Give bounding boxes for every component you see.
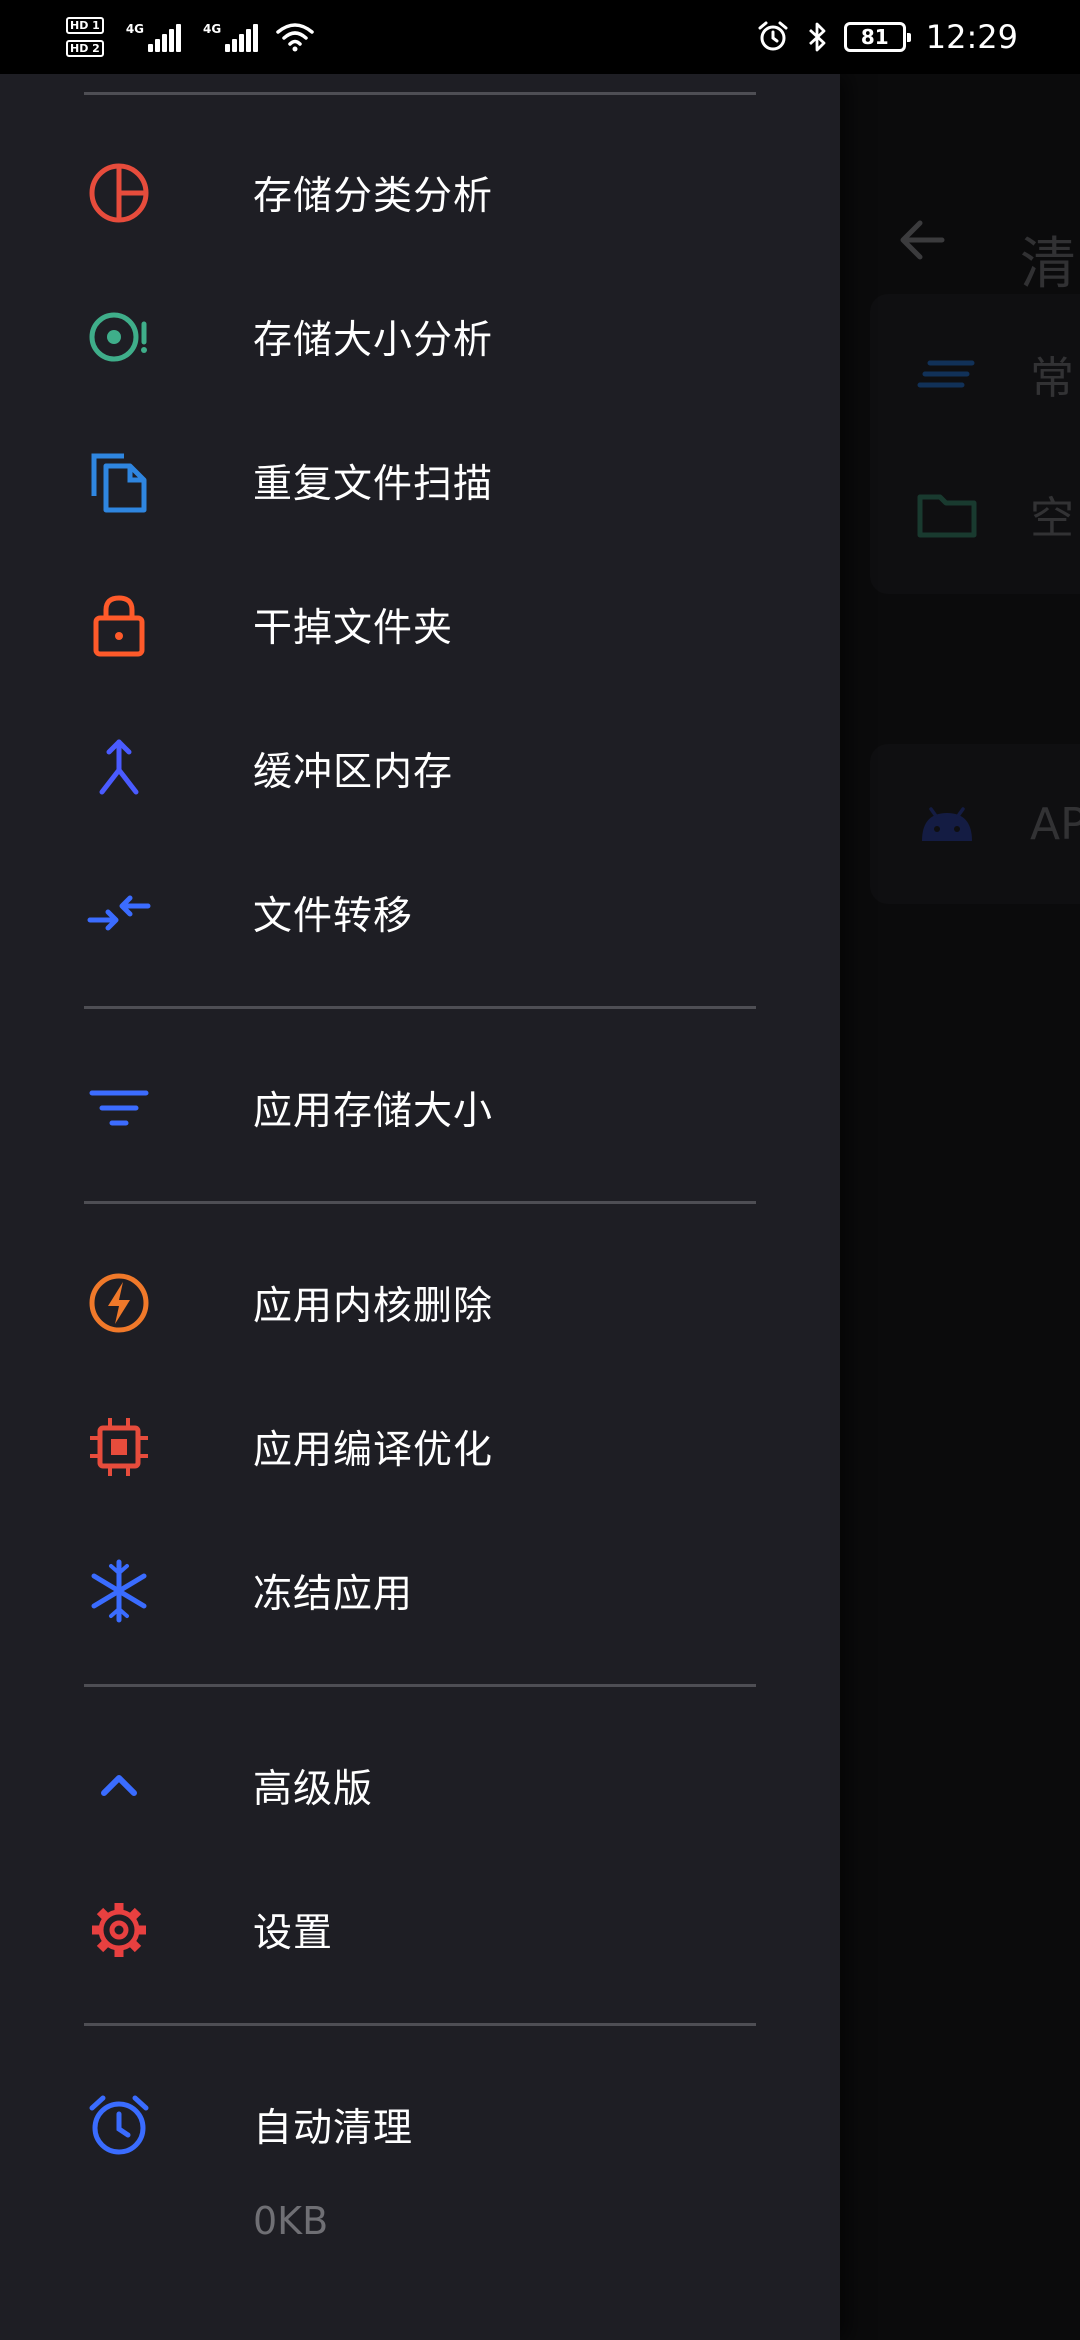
chevron-up-icon [86, 1753, 152, 1819]
copy-files-icon [86, 448, 152, 514]
menu-item-label: 冻结应用 [253, 1572, 414, 1617]
menu-item-label: 存储大小分析 [253, 318, 494, 363]
menu-item-storage-size-analysis[interactable]: 存储大小分析 [0, 265, 840, 409]
menu-item-label: 缓冲区内存 [253, 750, 454, 795]
status-left: HD 1 HD 2 4G 4G [66, 17, 314, 57]
status-bar: HD 1 HD 2 4G 4G 81 12:29 [0, 0, 1080, 74]
menu-item-label: 高级版 [253, 1767, 374, 1812]
menu-item-label: 重复文件扫描 [253, 462, 494, 507]
clock: 12:29 [925, 18, 1018, 56]
auto-clean-size: 0KB [253, 2199, 329, 2243]
menu-item-label: 干掉文件夹 [253, 606, 454, 651]
signal-icon-2: 4G [203, 22, 259, 52]
screen: HD 1 HD 2 4G 4G 81 12:29 清 常 空 AP 存储分类分析… [0, 0, 1080, 2340]
menu-item-premium[interactable]: 高级版 [0, 1714, 840, 1858]
divider [84, 1684, 756, 1687]
menu-item-label: 应用编译优化 [253, 1428, 494, 1473]
menu-item-kill-folder[interactable]: 干掉文件夹 [0, 553, 840, 697]
navigation-drawer: 存储分类分析 存储大小分析 重复文件扫描 干掉文件夹 缓冲区内存 文件转移 应用… [0, 74, 840, 2340]
bolt-circle-icon [86, 1270, 152, 1336]
network-type-2: 4G [203, 22, 222, 36]
menu-item-auto-clean[interactable]: 自动清理 [0, 2053, 840, 2197]
status-right: 81 12:29 [756, 18, 1018, 56]
snowflake-icon [86, 1558, 152, 1624]
menu-item-buffer-memory[interactable]: 缓冲区内存 [0, 697, 840, 841]
menu-item-label: 存储分类分析 [253, 174, 494, 219]
menu-item-duplicate-scan[interactable]: 重复文件扫描 [0, 409, 840, 553]
alarm-clock-icon [86, 2092, 152, 2158]
menu-item-label: 设置 [253, 1911, 334, 1956]
menu-item-file-transfer[interactable]: 文件转移 [0, 841, 840, 985]
sim2-indicator: HD 2 [66, 40, 104, 57]
sim1-indicator: HD 1 [66, 17, 104, 34]
menu-item-settings[interactable]: 设置 [0, 1858, 840, 2002]
battery-level: 81 [860, 25, 889, 49]
sim2-label: HD 2 [66, 40, 104, 57]
menu-item-label: 文件转移 [253, 894, 414, 939]
divider [84, 2023, 756, 2026]
gear-icon [86, 1897, 152, 1963]
network-type-1: 4G [125, 22, 145, 36]
swap-arrows-icon [86, 880, 152, 946]
divider [84, 1201, 756, 1204]
menu-item-label: 应用存储大小 [253, 1089, 494, 1134]
menu-item-app-kernel-delete[interactable]: 应用内核删除 [0, 1231, 840, 1375]
sim1-label: HD 1 [66, 17, 104, 34]
bluetooth-icon [808, 22, 826, 52]
merge-icon [86, 736, 152, 802]
target-alert-icon [86, 304, 152, 370]
pie-chart-icon [86, 160, 152, 226]
battery-icon: 81 [843, 22, 911, 52]
menu-item-storage-category-analysis[interactable]: 存储分类分析 [0, 121, 840, 265]
divider [84, 1006, 756, 1009]
divider [84, 92, 756, 95]
chip-icon [86, 1414, 152, 1480]
alarm-icon [758, 21, 788, 51]
menu-item-label: 自动清理 [253, 2106, 414, 2151]
signal-icon-1: 4G [125, 22, 182, 52]
lock-icon [86, 592, 152, 658]
menu-item-app-compile-optimize[interactable]: 应用编译优化 [0, 1375, 840, 1519]
menu-item-freeze-apps[interactable]: 冻结应用 [0, 1519, 840, 1663]
filter-icon [86, 1075, 152, 1141]
wifi-icon [276, 23, 314, 52]
menu-item-app-storage-size[interactable]: 应用存储大小 [0, 1036, 840, 1180]
sim-indicators: HD 1 HD 2 [66, 17, 104, 57]
menu-item-label: 应用内核删除 [253, 1284, 494, 1329]
